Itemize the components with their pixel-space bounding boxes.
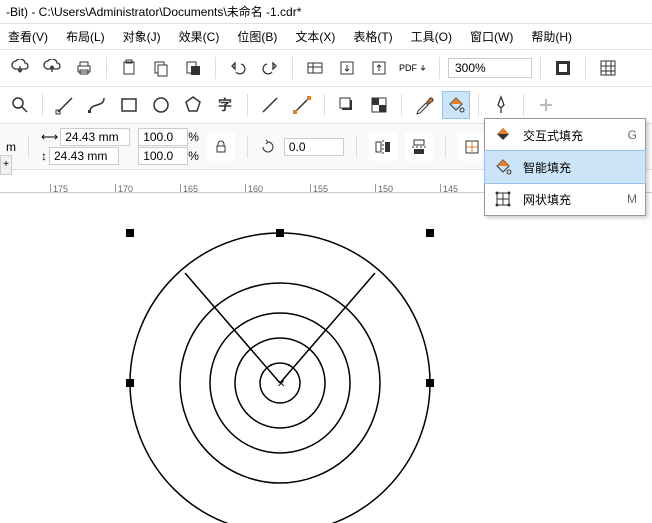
import-icon[interactable] xyxy=(333,54,361,82)
zoom-input[interactable] xyxy=(448,58,532,78)
mirror-v-icon[interactable] xyxy=(405,133,433,161)
text-icon[interactable]: 字 xyxy=(211,91,239,119)
menu-view[interactable]: 查看(V) xyxy=(8,28,48,45)
paste-icon[interactable] xyxy=(179,54,207,82)
ruler-corner[interactable]: + xyxy=(0,155,12,175)
selection-handle[interactable] xyxy=(126,229,134,237)
dropdown-smart-fill[interactable]: 智能填充 xyxy=(484,150,646,184)
connector-icon[interactable] xyxy=(288,91,316,119)
unit-label: m xyxy=(6,140,16,154)
dropdown-interactive-fill[interactable]: 交互式填充 G xyxy=(485,119,645,151)
rotation-input[interactable] xyxy=(284,138,344,156)
toolbar-main: PDF xyxy=(0,50,652,87)
cloud-download-icon[interactable] xyxy=(6,54,34,82)
selection-handle[interactable] xyxy=(126,379,134,387)
width-icon: ⟷ xyxy=(41,130,58,144)
menu-bar: 查看(V) 布局(L) 对象(J) 效果(C) 位图(B) 文本(X) 表格(T… xyxy=(0,24,652,50)
scale-y-input[interactable] xyxy=(138,147,188,165)
rectangle-icon[interactable] xyxy=(115,91,143,119)
ellipse-icon[interactable] xyxy=(147,91,175,119)
svg-text:✕: ✕ xyxy=(277,379,285,390)
drawing-canvas[interactable]: ✕ xyxy=(0,193,652,523)
dropdown-mesh-fill[interactable]: 网状填充 M xyxy=(485,183,645,215)
height-input[interactable] xyxy=(49,147,119,165)
mirror-h-icon[interactable] xyxy=(369,133,397,161)
menu-layout[interactable]: 布局(L) xyxy=(66,28,105,45)
interactive-fill-icon xyxy=(493,125,513,145)
menu-window[interactable]: 窗口(W) xyxy=(470,28,513,45)
line-icon[interactable] xyxy=(256,91,284,119)
menu-bitmap[interactable]: 位图(B) xyxy=(237,28,277,45)
rotate-icon xyxy=(260,139,276,155)
title-bar: -Bit) - C:\Users\Administrator\Documents… xyxy=(0,0,652,24)
grid-icon[interactable] xyxy=(594,54,622,82)
cloud-upload-icon[interactable] xyxy=(38,54,66,82)
clipboard-icon[interactable] xyxy=(115,54,143,82)
curve-icon[interactable] xyxy=(83,91,111,119)
lock-ratio-icon[interactable] xyxy=(207,133,235,161)
selection-handle[interactable] xyxy=(276,229,284,237)
menu-effect[interactable]: 效果(C) xyxy=(179,28,220,45)
redo-icon[interactable] xyxy=(256,54,284,82)
align-icon[interactable] xyxy=(458,133,486,161)
menu-help[interactable]: 帮助(H) xyxy=(531,28,572,45)
menu-table[interactable]: 表格(T) xyxy=(353,28,392,45)
print-icon[interactable] xyxy=(70,54,98,82)
transparency-icon[interactable] xyxy=(365,91,393,119)
pen-icon[interactable] xyxy=(487,91,515,119)
fill-tool-dropdown: 交互式填充 G 智能填充 网状填充 M xyxy=(484,118,646,216)
copy-icon[interactable] xyxy=(147,54,175,82)
drawing-content: ✕ xyxy=(0,193,652,523)
mesh-fill-icon xyxy=(493,189,513,209)
menu-text[interactable]: 文本(X) xyxy=(295,28,335,45)
scale-x-input[interactable] xyxy=(138,128,188,146)
selection-handle[interactable] xyxy=(426,379,434,387)
pdf-export-icon[interactable]: PDF xyxy=(397,54,431,82)
zoom-tool-icon[interactable] xyxy=(6,91,34,119)
width-input[interactable] xyxy=(60,128,130,146)
smart-fill-icon xyxy=(493,157,513,177)
table-icon[interactable] xyxy=(301,54,329,82)
svg-text:字: 字 xyxy=(218,97,232,113)
undo-icon[interactable] xyxy=(224,54,252,82)
height-icon: ↕ xyxy=(41,149,47,163)
eyedropper-icon[interactable] xyxy=(410,91,438,119)
menu-tool[interactable]: 工具(O) xyxy=(411,28,452,45)
polygon-icon[interactable] xyxy=(179,91,207,119)
menu-object[interactable]: 对象(J) xyxy=(123,28,161,45)
selection-handle[interactable] xyxy=(426,229,434,237)
shadow-icon[interactable] xyxy=(333,91,361,119)
export-icon[interactable] xyxy=(365,54,393,82)
add-icon[interactable] xyxy=(532,91,560,119)
freehand-icon[interactable] xyxy=(51,91,79,119)
fullscreen-icon[interactable] xyxy=(549,54,577,82)
smart-fill-icon[interactable] xyxy=(442,91,470,119)
